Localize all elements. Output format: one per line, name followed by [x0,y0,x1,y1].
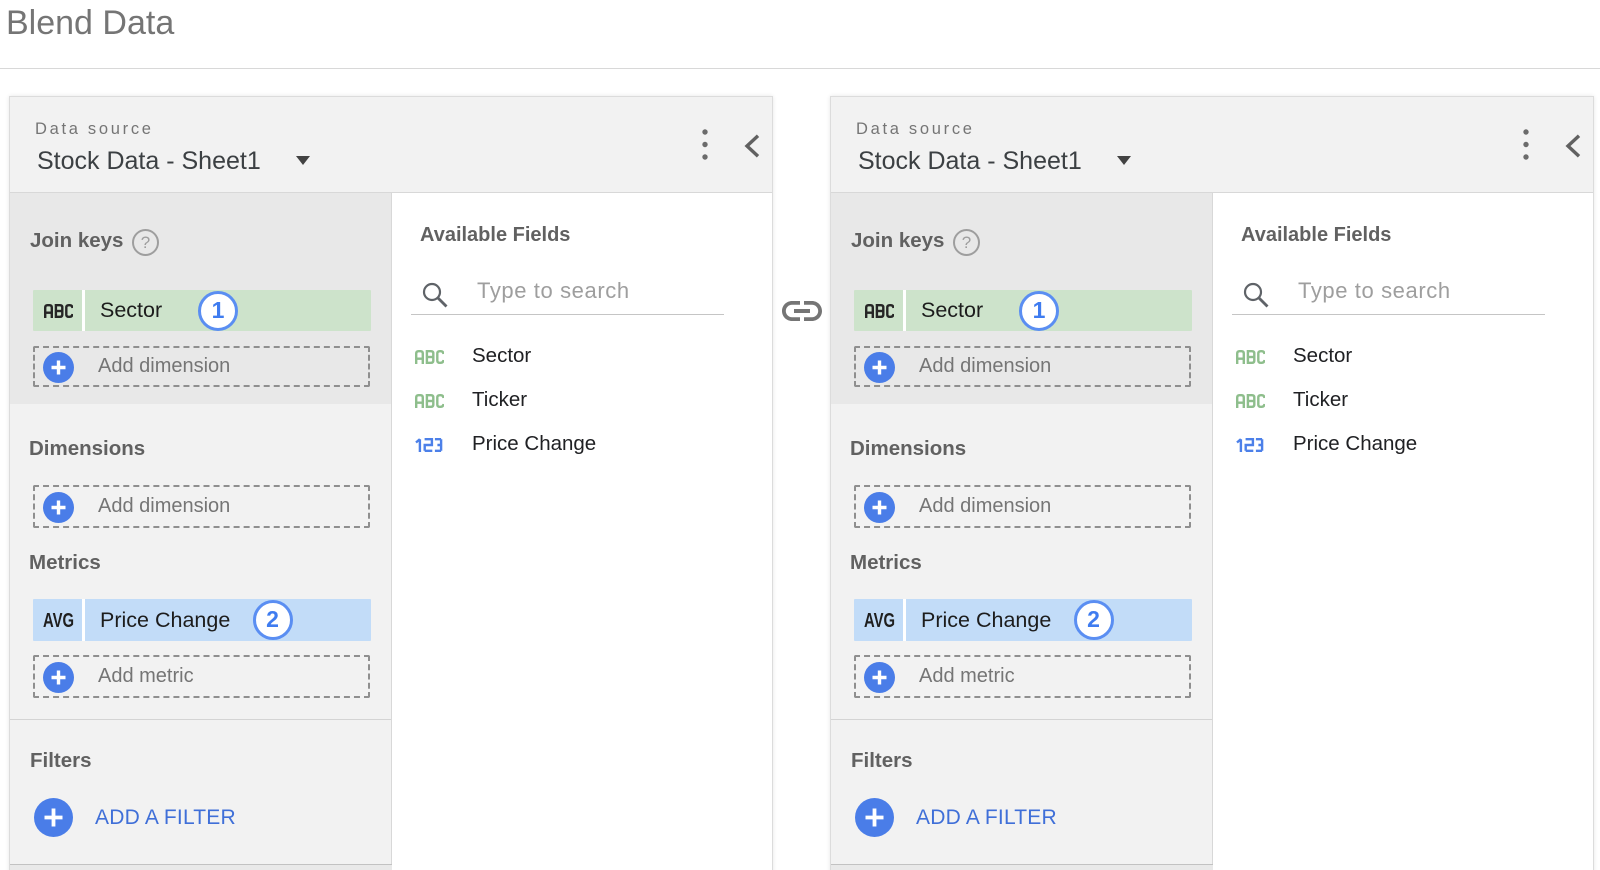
svg-text:AVG: AVG [43,612,74,628]
svg-text:AVG: AVG [864,612,895,628]
